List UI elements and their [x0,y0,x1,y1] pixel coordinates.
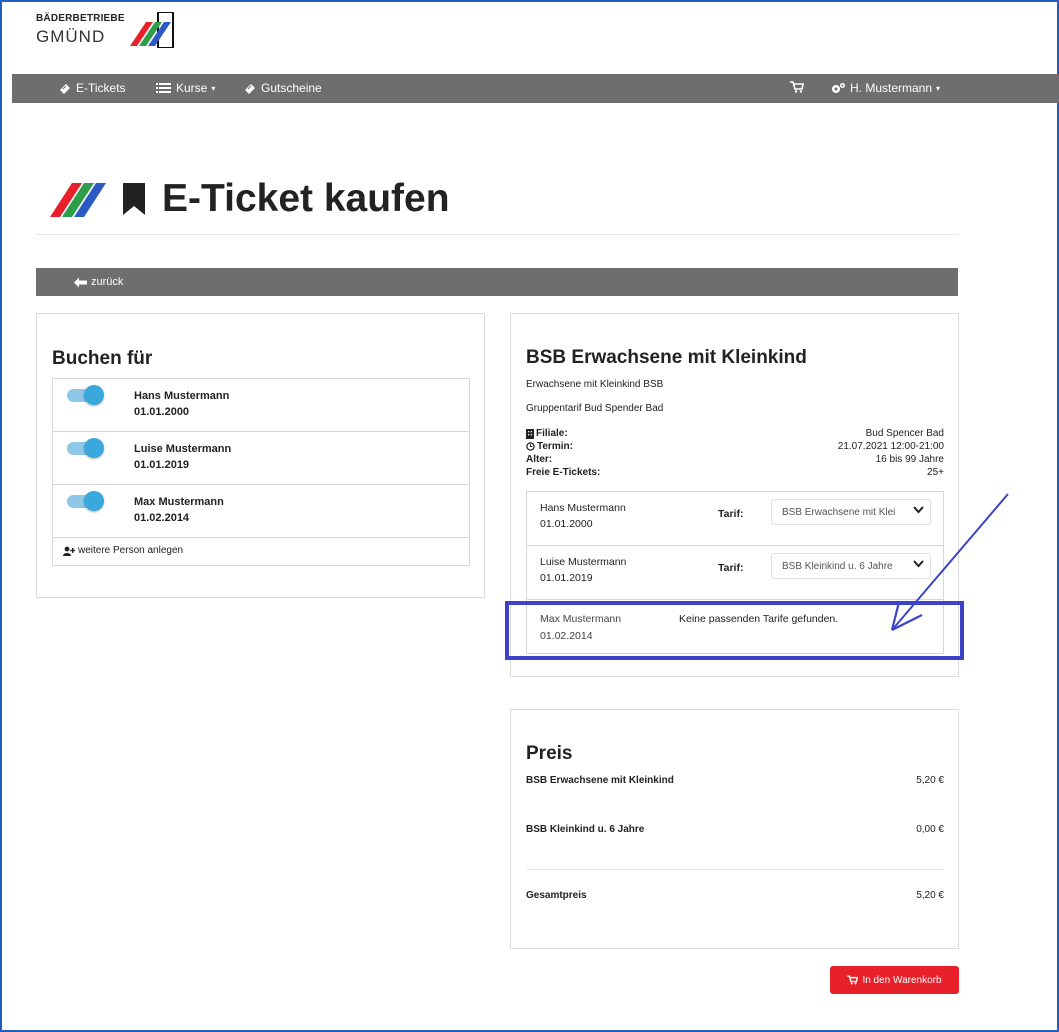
tarif-label: Tarif: [718,508,744,520]
info-value: Bud Spencer Bad [865,428,944,439]
info-row-filiale: Filiale: Bud Spencer Bad [526,427,944,440]
person-toggle[interactable] [67,491,104,511]
assign-person-birthdate: 01.01.2019 [540,572,593,584]
user-name: H. Mustermann [850,81,933,95]
nav-gutscheine[interactable]: Gutscheine [243,81,322,95]
price-total-label: Gesamtpreis [526,890,587,901]
nav-kurse[interactable]: Kurse ▾ [156,81,215,95]
booking-heading: Buchen für [52,348,153,369]
info-label: Alter: [526,454,553,465]
price-line-label: BSB Kleinkind u. 6 Jahre [526,824,645,835]
page-title: E-Ticket kaufen [162,177,450,220]
info-row-termin: Termin: 21.07.2021 12:00-21:00 [526,440,944,453]
person-birthdate: 01.01.2019 [134,459,190,471]
nav-etickets-label: E-Tickets [76,81,126,95]
add-to-cart-button[interactable]: In den Warenkorb [830,966,959,994]
main-navbar: E-Tickets Kurse ▾ Gutscheine H. Musterma… [12,74,1059,103]
user-menu[interactable]: H. Mustermann ▾ [830,81,940,95]
info-row-alter: Alter: 16 bis 99 Jahre [526,453,944,466]
assign-person-birthdate: 01.01.2000 [540,518,593,530]
brand-stripes-icon [50,183,106,217]
list-item: Max Mustermann 01.02.2014 [53,485,469,538]
caret-down-icon: ▾ [936,83,941,93]
brand-mark-icon [130,12,174,48]
price-panel: Preis BSB Erwachsene mit Kleinkind 5,20 … [510,709,959,949]
price-total: Gesamtpreis 5,20 € [526,890,944,901]
info-label: Freie E-Tickets: [526,467,601,478]
person-list: Hans Mustermann 01.01.2000 Luise Musterm… [52,378,470,566]
person-toggle[interactable] [67,385,104,405]
booking-persons-panel: Buchen für Hans Mustermann 01.01.2000 Lu… [36,313,485,598]
nav-kurse-label: Kurse [176,81,208,95]
bookmark-icon [123,183,145,215]
price-total-amount: 5,20 € [916,890,944,901]
ticket-icon [245,84,255,94]
divider [526,869,944,870]
brand-line1: BÄDERBETRIEBE [36,13,125,24]
annotation-arrow-icon [890,493,1009,631]
list-item: Hans Mustermann 01.01.2000 [53,379,469,432]
tarif-label: Tarif: [718,562,744,574]
ticket-icon [60,84,70,94]
price-line-amount: 0,00 € [916,824,944,835]
back-label: zurück [91,276,124,288]
nav-etickets[interactable]: E-Tickets [58,81,126,95]
list-item: Luise Mustermann 01.01.2019 [53,432,469,485]
info-value: 16 bis 99 Jahre [875,454,944,465]
info-row-free-tickets: Freie E-Tickets: 25+ [526,466,944,479]
back-bar: zurück [36,268,958,296]
nav-gutscheine-label: Gutscheine [261,81,322,95]
assign-person-name: Luise Mustermann [540,556,627,568]
cart-icon [790,81,804,93]
add-person-row[interactable]: weitere Person anlegen [53,538,469,565]
clock-icon [526,442,535,451]
price-line: BSB Erwachsene mit Kleinkind 5,20 € [526,775,944,786]
building-icon [526,428,534,439]
offer-group: Gruppentarif Bud Spender Bad [526,403,664,414]
person-toggle[interactable] [67,438,104,458]
info-label: Termin: [537,441,573,452]
price-heading: Preis [526,743,573,764]
offer-subtitle: Erwachsene mit Kleinkind BSB [526,379,664,390]
info-value: 25+ [927,467,944,478]
info-label: Filiale: [536,428,568,439]
offer-info: Filiale: Bud Spencer Bad Termin: 21.07.2… [526,427,944,479]
gears-icon [832,82,845,93]
price-line-amount: 5,20 € [916,775,944,786]
add-user-icon [63,546,75,556]
add-person-label: weitere Person anlegen [78,545,184,556]
offer-title: BSB Erwachsene mit Kleinkind [526,347,807,368]
page-header: E-Ticket kaufen [48,174,450,224]
list-icon [156,83,171,93]
arrow-left-icon [74,277,87,287]
add-to-cart-label: In den Warenkorb [862,974,942,986]
person-name: Hans Mustermann [134,390,230,402]
price-line: BSB Kleinkind u. 6 Jahre 0,00 € [526,824,944,835]
cart-link[interactable] [790,81,804,93]
divider [36,234,958,235]
person-birthdate: 01.02.2014 [134,512,190,524]
cart-icon [847,975,859,985]
person-name: Luise Mustermann [134,443,232,455]
back-link[interactable]: zurück [74,276,123,288]
brand-line2: GMÜND [36,27,106,46]
caret-down-icon: ▾ [211,83,216,93]
person-birthdate: 01.01.2000 [134,406,190,418]
person-name: Max Mustermann [134,496,224,508]
info-value: 21.07.2021 12:00-21:00 [837,441,944,452]
assign-person-name: Hans Mustermann [540,502,626,514]
price-line-label: BSB Erwachsene mit Kleinkind [526,775,674,786]
